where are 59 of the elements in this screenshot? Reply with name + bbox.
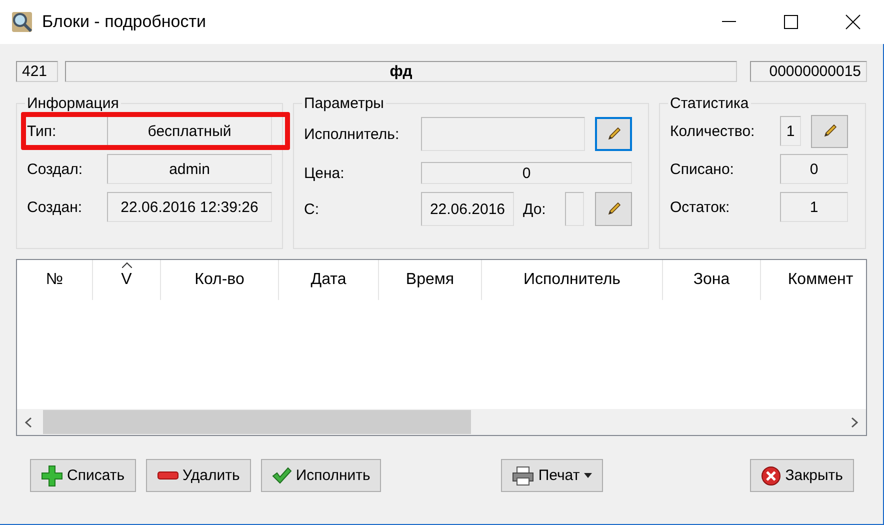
minimize-icon	[722, 21, 736, 23]
column-header[interactable]: Дата	[279, 260, 379, 300]
field-label: Количество:	[670, 122, 756, 140]
print-button[interactable]: Печат	[501, 459, 603, 492]
group-title: Информация	[26, 95, 120, 112]
value-field: 1	[780, 192, 848, 222]
remove-button[interactable]: Удалить	[146, 459, 251, 492]
pencil-icon	[822, 123, 838, 139]
field-label: Списано:	[670, 160, 735, 178]
column-header[interactable]: Зона	[663, 260, 761, 300]
apply-button[interactable]: Исполнить	[260, 459, 382, 492]
column-header[interactable]: Кол-во	[161, 260, 279, 300]
value-field: 22.06.2016 12:39:26	[107, 192, 272, 222]
close-icon	[845, 14, 861, 30]
field-label: Цена:	[304, 164, 346, 182]
maximize-icon	[784, 15, 798, 29]
checkmark-icon	[272, 466, 292, 484]
pencil-icon	[606, 201, 622, 217]
plus-icon	[41, 464, 63, 486]
column-header[interactable]: Коммент	[761, 260, 866, 300]
date-field[interactable]	[565, 192, 584, 226]
caret-icon	[584, 473, 592, 478]
id-field: 421	[16, 61, 58, 82]
edit-button[interactable]	[595, 192, 632, 226]
edit-button[interactable]	[811, 114, 848, 148]
close-button[interactable]: Закрыть	[750, 459, 854, 492]
group-title: Параметры	[303, 95, 385, 112]
column-header[interactable]: Время	[379, 260, 482, 300]
value-field: 0	[780, 154, 848, 184]
field-label: Создан:	[27, 198, 84, 216]
group-title: Статистика	[669, 95, 750, 112]
window-title: Блоки - подробности	[42, 12, 208, 32]
column-header[interactable]: Исполнитель	[482, 260, 663, 300]
name-field: фд	[65, 61, 737, 82]
scroll-thumb[interactable]	[43, 410, 471, 434]
value-field: admin	[107, 154, 272, 184]
value-field: 1	[780, 116, 801, 146]
edit-button[interactable]	[595, 117, 632, 151]
code-field: 00000000015	[750, 61, 867, 82]
add-button[interactable]: Списать	[30, 459, 136, 492]
close-icon	[761, 466, 782, 486]
field-label: Тип:	[27, 122, 58, 140]
sort-icon	[122, 262, 132, 268]
value-field: бесплатный	[107, 116, 272, 146]
pencil-icon	[606, 126, 622, 142]
price-field: 0	[421, 162, 632, 184]
magnifier-icon	[10, 10, 34, 34]
field-label: С:	[304, 200, 320, 218]
field-label: До:	[523, 200, 547, 218]
column-header[interactable]: №	[17, 260, 93, 300]
minus-icon	[156, 470, 179, 480]
executor-field[interactable]	[421, 117, 585, 151]
column-header[interactable]: V	[93, 260, 161, 300]
date-field[interactable]: 22.06.2016	[421, 192, 514, 226]
field-label: Остаток:	[670, 198, 731, 216]
printer-icon	[512, 466, 534, 486]
horizontal-scrollbar[interactable]	[17, 409, 866, 435]
field-label: Создал:	[27, 160, 84, 178]
field-label: Исполнитель:	[304, 126, 400, 142]
